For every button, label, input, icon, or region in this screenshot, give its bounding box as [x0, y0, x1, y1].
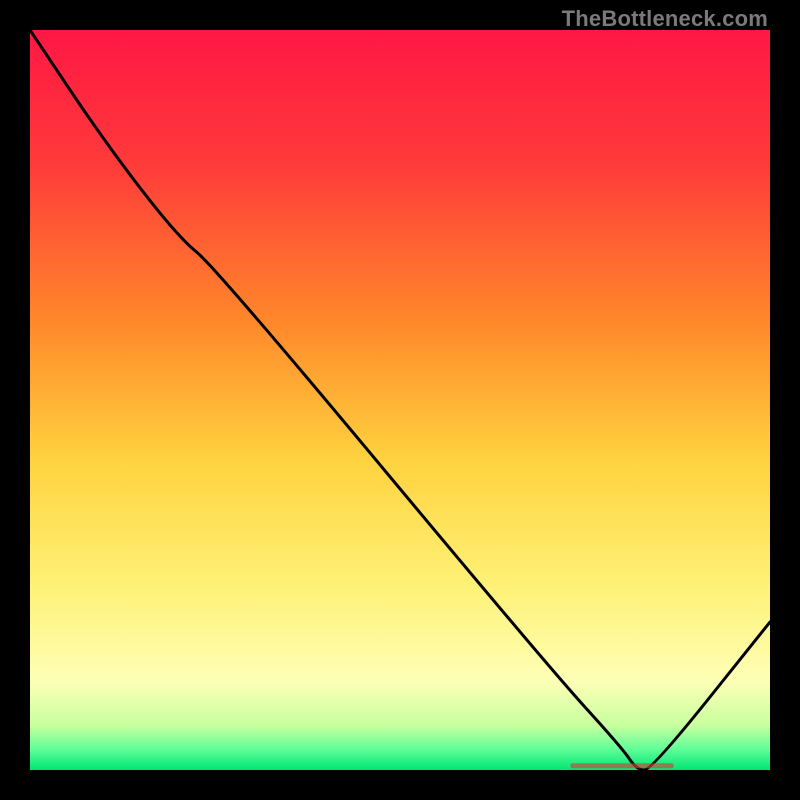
curve-layer — [30, 30, 770, 770]
plot-area — [30, 30, 770, 770]
bottleneck-curve-path — [30, 30, 770, 770]
chart-stage: TheBottleneck.com — [0, 0, 800, 800]
optimal-band-marker — [570, 763, 674, 768]
watermark-label: TheBottleneck.com — [562, 6, 768, 32]
